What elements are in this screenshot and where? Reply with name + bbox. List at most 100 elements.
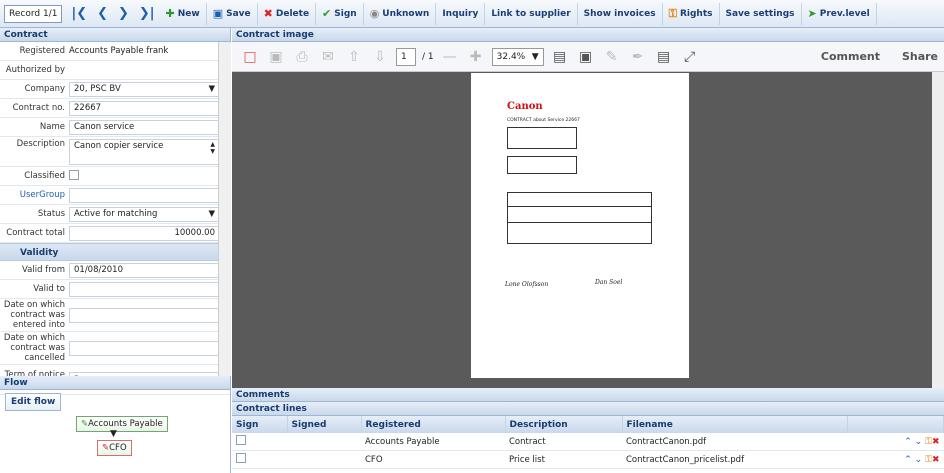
arrow-up-circle-icon: ➤ bbox=[807, 7, 817, 20]
key-icon[interactable]: ⚿ bbox=[925, 455, 932, 465]
cancelled-label: Date on which contract was cancelled bbox=[3, 333, 65, 363]
delete-icon[interactable]: ✖ bbox=[932, 455, 940, 465]
move-up-icon[interactable]: ⌃ bbox=[904, 437, 912, 447]
floppy-icon: ▣ bbox=[212, 7, 224, 20]
last-record-button[interactable]: ❯| bbox=[134, 6, 160, 21]
sign-pen-icon[interactable]: ✒ bbox=[628, 47, 648, 67]
fullscreen-icon[interactable]: ⤢ bbox=[680, 47, 700, 67]
total-field[interactable]: 10000.00 bbox=[69, 225, 220, 241]
usergroup-label[interactable]: UserGroup bbox=[0, 190, 69, 200]
usergroup-field[interactable] bbox=[69, 187, 220, 203]
contract-no-field[interactable]: 22667 bbox=[69, 100, 220, 116]
row-filename[interactable]: ContractCanon_pricelist.pdf bbox=[622, 450, 848, 469]
col-description[interactable]: Description bbox=[505, 416, 623, 433]
company-label: Company bbox=[24, 84, 65, 94]
flow-panel: Flow Edit flow ✎Accounts Payable ▼ ✎CFO bbox=[0, 376, 231, 473]
pdf-table-rule bbox=[507, 206, 652, 207]
pdf-content-table bbox=[507, 192, 652, 244]
entered-date-field[interactable] bbox=[69, 307, 220, 323]
open-file-icon[interactable]: □ bbox=[240, 47, 260, 67]
status-select[interactable]: Active for matching ▼ bbox=[69, 206, 220, 222]
comments-header[interactable]: Comments bbox=[232, 388, 944, 402]
name-field[interactable]: Canon service bbox=[69, 119, 220, 135]
email-icon[interactable]: ✉ bbox=[318, 47, 338, 67]
link-supplier-button[interactable]: Link to supplier bbox=[485, 2, 578, 25]
flow-node-accounts-payable[interactable]: ✎Accounts Payable bbox=[76, 416, 168, 432]
cancelled-date-field[interactable] bbox=[69, 340, 220, 356]
arrow-down-icon[interactable]: ⇩ bbox=[370, 47, 390, 67]
col-filename[interactable]: Filename bbox=[622, 416, 848, 433]
main-toolbar: Record 1/1 |❮ ❮ ❯ ❯| ✚ New ▣ Save ✖ Delete … bbox=[0, 0, 944, 28]
name-label: Name bbox=[39, 122, 65, 132]
delete-icon[interactable]: ✖ bbox=[932, 437, 940, 447]
zoom-in-icon[interactable]: ✚ bbox=[466, 47, 486, 67]
col-sign[interactable]: Sign bbox=[232, 416, 288, 433]
edit-icon[interactable]: ✎ bbox=[602, 47, 622, 67]
fit-width-icon[interactable]: ▤ bbox=[550, 47, 570, 67]
pdf-viewer[interactable]: Canon CONTRACT about Service 22667 Lone … bbox=[232, 72, 944, 388]
first-record-button[interactable]: |❮ bbox=[66, 6, 92, 21]
flow-arrow-icon: ▼ bbox=[110, 429, 117, 439]
valid-from-label: Valid from bbox=[22, 265, 65, 275]
description-field[interactable]: Canon copier service ▲ ▼ bbox=[69, 139, 220, 165]
inquiry-button[interactable]: Inquiry bbox=[436, 2, 486, 25]
col-registered[interactable]: Registered bbox=[361, 416, 506, 433]
rights-button[interactable]: ⚿ Rights bbox=[663, 2, 720, 25]
classified-label: Classified bbox=[24, 171, 65, 181]
dropdown-arrow-icon: ▼ bbox=[531, 51, 539, 62]
contract-panel: Contract Registered Accounts Payable fran… bbox=[0, 28, 231, 395]
check-icon: ✔ bbox=[322, 7, 332, 20]
col-signed[interactable]: Signed bbox=[287, 416, 362, 433]
valid-to-field[interactable] bbox=[69, 281, 220, 297]
zoom-out-icon[interactable]: — bbox=[440, 47, 460, 67]
left-scrollbar[interactable] bbox=[218, 42, 231, 376]
save-settings-button[interactable]: Save settings bbox=[720, 2, 802, 25]
bottom-panel: Comments Contract lines Sign Signed Regi… bbox=[232, 388, 944, 473]
row-registered: Accounts Payable bbox=[361, 433, 505, 451]
save-file-icon[interactable]: ▣ bbox=[266, 47, 286, 67]
page-number-input[interactable]: 1 bbox=[396, 47, 416, 66]
valid-to-label: Valid to bbox=[33, 284, 65, 294]
textarea-scroll-icon: ▲ ▼ bbox=[210, 141, 215, 155]
entered-label: Date on which contract was entered into bbox=[3, 300, 65, 330]
edit-flow-button[interactable]: Edit flow bbox=[5, 393, 62, 411]
move-up-icon[interactable]: ⌃ bbox=[904, 455, 912, 465]
registered-label: Registered bbox=[19, 46, 65, 56]
document-icon[interactable]: ▤ bbox=[654, 47, 674, 67]
comment-button[interactable]: Comment bbox=[821, 50, 880, 63]
move-down-icon[interactable]: ⌄ bbox=[915, 437, 923, 447]
key-icon: ⚿ bbox=[668, 7, 677, 20]
share-button[interactable]: Share bbox=[902, 50, 938, 63]
zoom-select[interactable]: 32.4% ▼ bbox=[491, 47, 544, 66]
viewer-scrollbar[interactable] bbox=[932, 72, 944, 388]
flow-node-cfo[interactable]: ✎CFO bbox=[97, 440, 132, 456]
valid-from-field[interactable]: 01/08/2010 bbox=[69, 262, 220, 278]
fit-page-icon[interactable]: ▣ bbox=[576, 47, 596, 67]
unknown-button[interactable]: ◉ Unknown bbox=[364, 2, 437, 25]
company-select[interactable]: 20, PSC BV ▼ bbox=[69, 81, 220, 97]
move-down-icon[interactable]: ⌄ bbox=[915, 455, 923, 465]
classified-checkbox[interactable] bbox=[69, 169, 79, 180]
key-icon[interactable]: ⚿ bbox=[925, 437, 932, 447]
prev-level-button[interactable]: ➤ Prev.level bbox=[802, 2, 877, 25]
pdf-address-box bbox=[507, 127, 577, 149]
previous-record-button[interactable]: ❮ bbox=[92, 6, 113, 21]
row-description: Contract bbox=[505, 433, 622, 451]
table-row[interactable]: Accounts Payable Contract ContractCanon.… bbox=[232, 433, 944, 451]
next-record-button[interactable]: ❯ bbox=[113, 6, 134, 21]
row-filename[interactable]: ContractCanon.pdf bbox=[622, 433, 848, 451]
new-button[interactable]: ✚ New bbox=[160, 2, 207, 25]
row-registered: CFO bbox=[361, 450, 505, 469]
show-invoices-button[interactable]: Show invoices bbox=[578, 2, 663, 25]
contract-lines-header: Contract lines bbox=[232, 402, 944, 416]
validity-section-header[interactable]: Validity bbox=[0, 243, 230, 261]
print-icon[interactable]: ⎙ bbox=[292, 47, 312, 67]
table-row[interactable]: CFO Price list ContractCanon_pricelist.p… bbox=[232, 450, 944, 469]
contract-lines-table: Sign Signed Registered Description Filen… bbox=[232, 416, 944, 469]
sign-checkbox[interactable] bbox=[236, 435, 246, 445]
sign-button[interactable]: ✔ Sign bbox=[316, 2, 364, 25]
save-button[interactable]: ▣ Save bbox=[207, 2, 258, 25]
sign-checkbox[interactable] bbox=[236, 453, 246, 463]
delete-button[interactable]: ✖ Delete bbox=[258, 2, 317, 25]
arrow-up-icon[interactable]: ⇧ bbox=[344, 47, 364, 67]
